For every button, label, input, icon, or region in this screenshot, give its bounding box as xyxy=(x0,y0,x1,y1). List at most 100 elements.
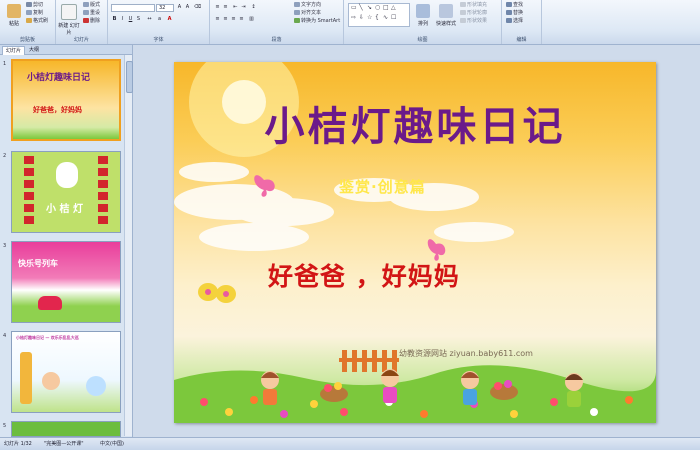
slide-thumbnail-5[interactable] xyxy=(11,421,121,437)
font-name-combo[interactable] xyxy=(111,4,155,12)
reset-icon xyxy=(83,10,89,15)
thumb-title: 小桔灯趣味日记 — 欢乐乐乱乱大巡 xyxy=(16,335,79,340)
shape-outline-button[interactable]: 形状轮廓 xyxy=(460,10,487,17)
smartart-icon xyxy=(294,18,300,23)
delete-button[interactable]: 删除 xyxy=(83,18,100,25)
spacing-icon[interactable]: ↔ xyxy=(146,16,153,23)
effects-icon xyxy=(460,18,466,23)
rect-shape-icon[interactable]: ▭ xyxy=(351,4,357,11)
align-text-button[interactable]: 对齐文本 xyxy=(294,10,321,17)
shrink-font-icon[interactable]: A xyxy=(184,4,191,11)
clear-format-icon[interactable]: ⌫ xyxy=(194,4,201,11)
panel-tabs: 幻灯片 大纲 xyxy=(0,45,132,55)
underline-icon[interactable]: U xyxy=(127,16,134,23)
panel-scrollbar[interactable] xyxy=(124,55,133,436)
grow-font-icon[interactable]: A xyxy=(176,4,183,11)
lesson-title[interactable]: 好爸爸 ，好妈妈 xyxy=(268,257,460,293)
arrange-button[interactable]: 排列 xyxy=(412,3,434,33)
italic-icon[interactable]: I xyxy=(119,16,126,23)
strike-icon[interactable]: S xyxy=(135,16,142,23)
editing-label: 编辑 xyxy=(516,37,527,43)
drawing-group: ▭ ╲ ↘ ○ □ △ ⇨ ⇩ ☆ { ∿ ☐ 排列 快速样式 形状填充 形状轮… xyxy=(344,0,502,44)
layout-icon xyxy=(83,2,89,7)
font-color-icon[interactable]: A xyxy=(166,16,173,23)
format-painter-button[interactable]: 格式刷 xyxy=(26,18,48,25)
language-indicator: 中文(中国) xyxy=(100,441,124,447)
font-group: 32 A A ⌫ B I U S ↔ a A 字体 xyxy=(108,0,210,44)
smartart-button[interactable]: 转换为 SmartArt xyxy=(294,18,340,25)
brace-shape-icon[interactable]: { xyxy=(375,14,379,21)
drawing-label: 绘图 xyxy=(417,37,428,43)
slide-thumbnail-1[interactable]: 小桔灯趣味日记 好爸爸，好妈妈 xyxy=(11,59,121,141)
slide-number: 1 xyxy=(3,61,7,67)
replace-button[interactable]: 替换 xyxy=(506,10,523,17)
slide-count: 幻灯片 1/32 xyxy=(4,441,32,447)
cut-button[interactable]: 剪切 xyxy=(26,2,43,9)
clipboard-group: 粘贴 剪切 复制 格式刷 剪贴板 xyxy=(0,0,56,44)
text-direction-button[interactable]: 文字方向 xyxy=(294,2,321,9)
tab-slides[interactable]: 幻灯片 xyxy=(2,46,26,55)
thumb-subtitle: 好爸爸，好妈妈 xyxy=(33,106,82,114)
scrollbar-thumb[interactable] xyxy=(126,61,133,93)
slide-thumbnail-3[interactable]: 快乐号列车 xyxy=(11,241,121,323)
quick-styles-button[interactable]: 快速样式 xyxy=(434,3,458,33)
new-slide-button[interactable]: 新建 幻灯片 xyxy=(58,3,80,36)
find-button[interactable]: 查找 xyxy=(506,2,523,9)
arrow-down-shape-icon[interactable]: ⇩ xyxy=(359,14,364,21)
columns-icon[interactable]: ▥ xyxy=(248,16,255,23)
arrow-right-shape-icon[interactable]: ⇨ xyxy=(351,14,356,21)
slide-title[interactable]: 小桔灯趣味日记 xyxy=(174,94,656,152)
reset-button[interactable]: 重设 xyxy=(83,10,100,17)
shape-fill-button[interactable]: 形状填充 xyxy=(460,2,487,9)
slides-panel: 幻灯片 大纲 1 小桔灯趣味日记 好爸爸，好妈妈 2 小 桔 灯 3 快乐号列车… xyxy=(0,45,133,437)
clipboard-label: 剪贴板 xyxy=(19,37,35,43)
justify-icon[interactable]: ≡ xyxy=(238,16,245,23)
shape-effects-button[interactable]: 形状效果 xyxy=(460,18,487,25)
slide-number: 3 xyxy=(3,243,7,249)
outdent-icon[interactable]: ⇥ xyxy=(240,4,247,11)
layout-button[interactable]: 版式 xyxy=(83,2,100,9)
star-shape-icon[interactable]: ☆ xyxy=(367,14,372,21)
font-size-combo[interactable]: 32 xyxy=(156,4,174,12)
align-right-icon[interactable]: ≡ xyxy=(230,16,237,23)
bold-icon[interactable]: B xyxy=(111,16,118,23)
paragraph-label: 段落 xyxy=(271,37,282,43)
case-icon[interactable]: a xyxy=(156,16,163,23)
triangle-shape-icon[interactable]: △ xyxy=(391,4,396,11)
curve-shape-icon[interactable]: ∿ xyxy=(383,14,388,21)
numbering-icon[interactable]: ≡ xyxy=(222,4,229,11)
line-spacing-icon[interactable]: ↕ xyxy=(250,4,257,11)
child-icon xyxy=(42,372,60,390)
align-left-icon[interactable]: ≡ xyxy=(214,16,221,23)
find-icon xyxy=(506,2,512,7)
rect2-shape-icon[interactable]: □ xyxy=(383,4,389,11)
delete-icon xyxy=(83,18,89,23)
indent-icon[interactable]: ⇤ xyxy=(232,4,239,11)
grass xyxy=(174,365,656,423)
lantern-string-right xyxy=(98,156,108,226)
oval-shape-icon[interactable]: ○ xyxy=(375,4,380,11)
slide-subtitle[interactable]: 鉴赏·创意篇 xyxy=(339,176,426,197)
align-center-icon[interactable]: ≡ xyxy=(222,16,229,23)
shapes-gallery[interactable]: ▭ ╲ ↘ ○ □ △ ⇨ ⇩ ☆ { ∿ ☐ xyxy=(348,3,410,27)
copy-button[interactable]: 复制 xyxy=(26,10,43,17)
slide-thumbnail-4[interactable]: 小桔灯趣味日记 — 欢乐乐乱乱大巡 xyxy=(11,331,121,413)
copy-icon xyxy=(26,10,32,15)
watermark-text: 幼教资源网站 ziyuan.baby611.com xyxy=(399,349,533,358)
slide-canvas[interactable]: 小桔灯趣味日记 鉴赏·创意篇 好爸爸 ，好妈妈 幼教资源网站 ziyuan.ba… xyxy=(174,62,656,423)
thumb-title: 快乐号列车 xyxy=(18,259,58,268)
scissors-icon xyxy=(26,2,32,7)
slide-number: 5 xyxy=(3,423,7,429)
slide-thumbnail-2[interactable]: 小 桔 灯 xyxy=(11,151,121,233)
slides-group: 新建 幻灯片 版式 重设 删除 幻灯片 xyxy=(56,0,108,44)
arrow-shape-icon[interactable]: ↘ xyxy=(367,4,372,11)
callout-shape-icon[interactable]: ☐ xyxy=(391,14,396,21)
car-icon xyxy=(38,296,62,310)
tab-outline[interactable]: 大纲 xyxy=(26,46,42,54)
status-bar: 幻灯片 1/32 "完美图—公开课" 中文(中国) xyxy=(0,437,700,450)
bullets-icon[interactable]: ≡ xyxy=(214,4,221,11)
line-shape-icon[interactable]: ╲ xyxy=(359,4,363,11)
paste-button[interactable]: 粘贴 xyxy=(3,3,25,33)
select-button[interactable]: 选择 xyxy=(506,18,523,25)
font-label: 字体 xyxy=(153,37,164,43)
